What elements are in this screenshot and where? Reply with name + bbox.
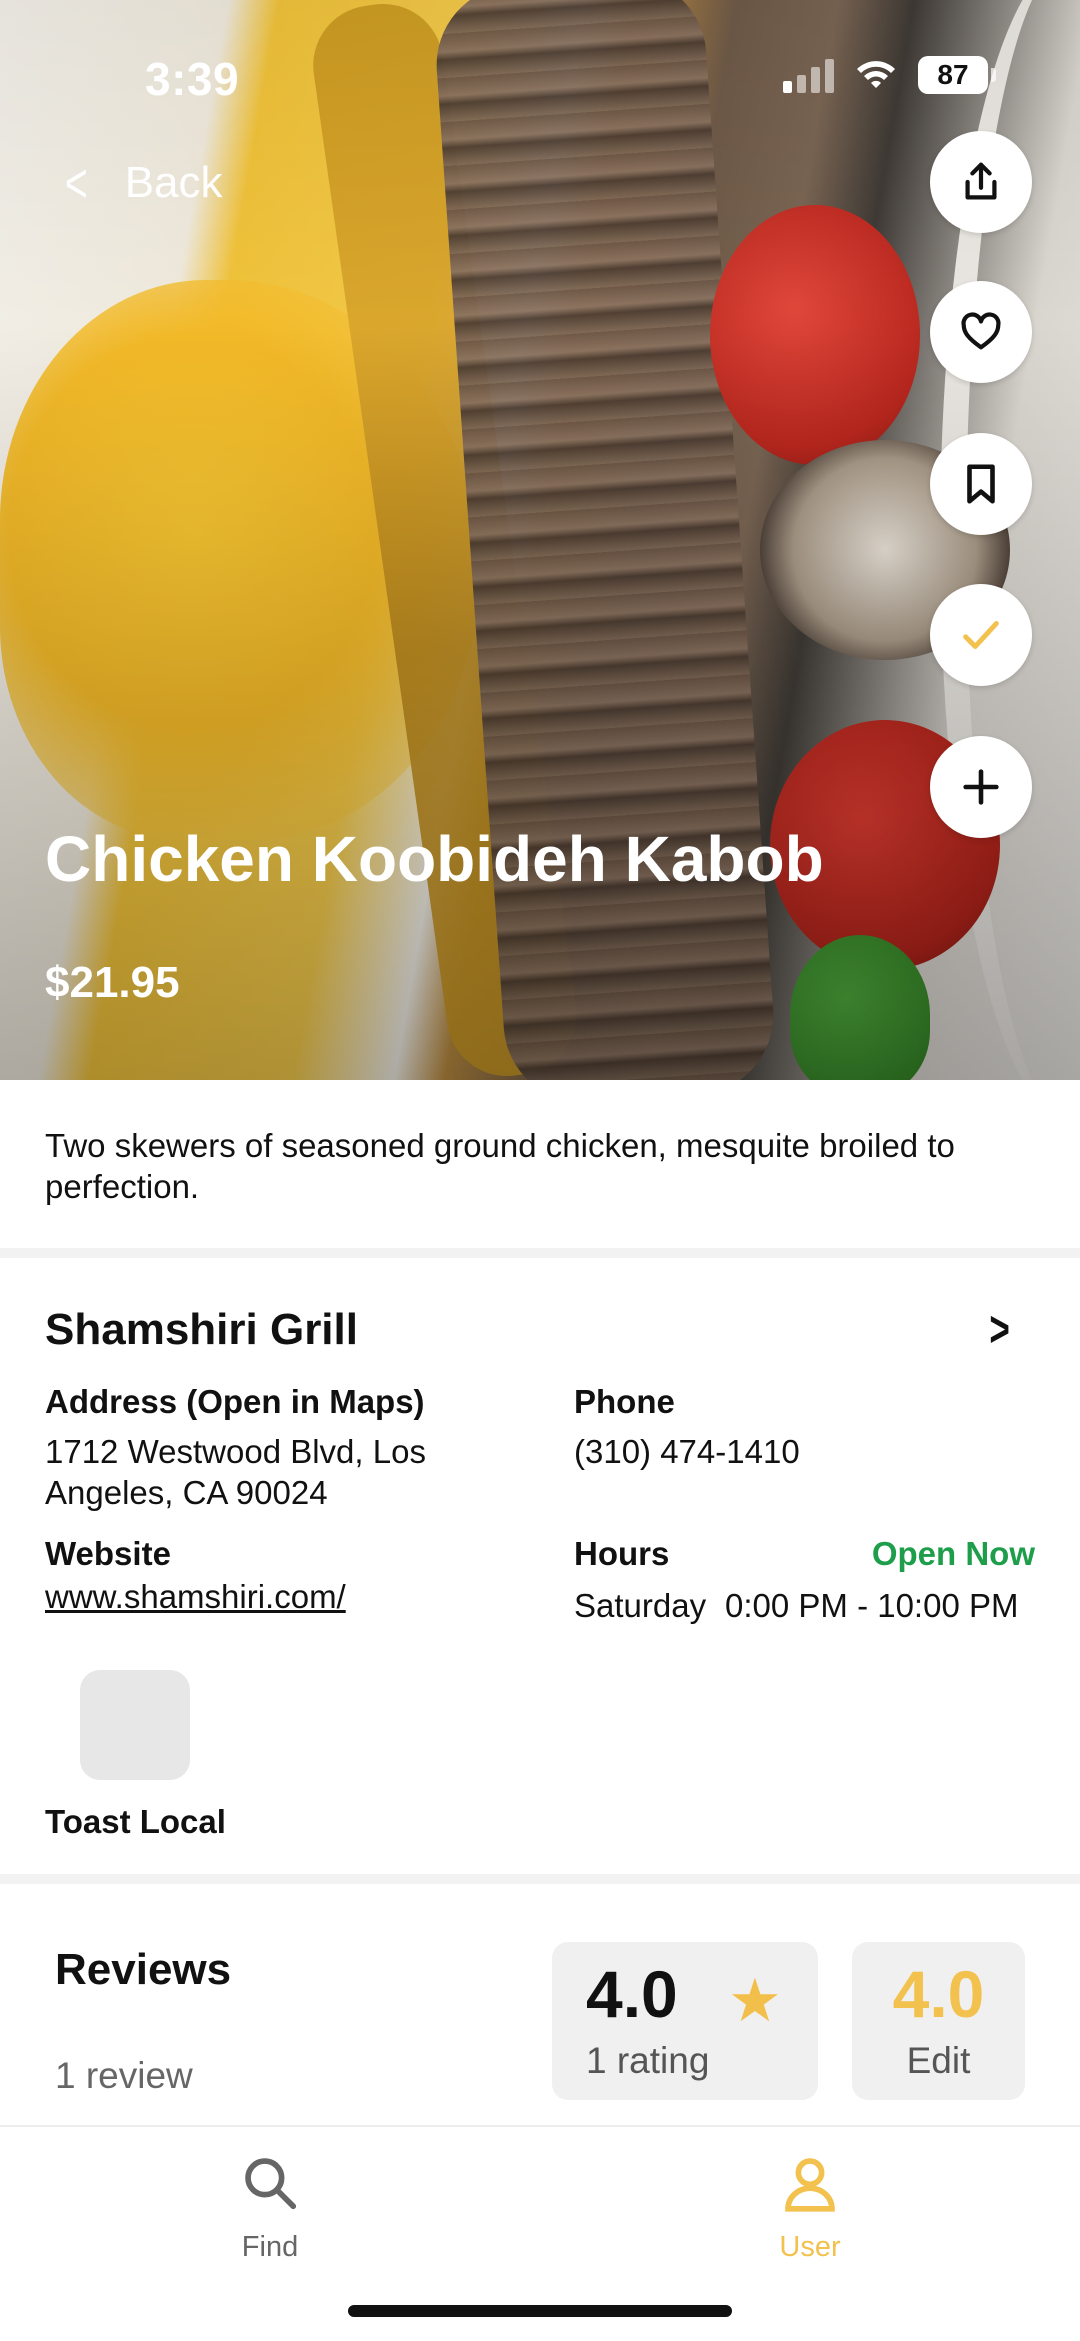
- rating-count: 1 rating: [586, 2040, 710, 2081]
- tried-button[interactable]: [930, 584, 1032, 686]
- reviews-title: Reviews: [55, 1945, 232, 1994]
- average-rating-card: 4.0 ★ 1 rating: [552, 1942, 818, 2100]
- section-divider: [0, 1874, 1080, 1884]
- search-icon: [245, 2158, 297, 2210]
- tab-user[interactable]: User: [710, 2152, 910, 2264]
- status-icons: 87: [783, 56, 996, 94]
- tab-user-label: User: [779, 2231, 841, 2263]
- restaurant-name[interactable]: Shamshiri Grill: [45, 1305, 358, 1355]
- address-line-2[interactable]: Angeles, CA 90024: [45, 1472, 328, 1513]
- status-time: 3:39: [145, 53, 240, 105]
- tab-find[interactable]: Find: [170, 2152, 370, 2264]
- average-rating: 4.0: [586, 1957, 678, 2031]
- chevron-left-icon: <: [64, 151, 88, 214]
- check-icon: [963, 621, 999, 649]
- dish-title: Chicken Koobideh Kabob: [45, 823, 824, 895]
- dish-description: Two skewers of seasoned ground chicken, …: [45, 1127, 955, 1205]
- bookmark-button[interactable]: [930, 433, 1032, 535]
- section-divider: [0, 1248, 1080, 1258]
- hours-day: Saturday: [574, 1587, 707, 1624]
- share-button[interactable]: [930, 131, 1032, 233]
- edit-label: Edit: [906, 2040, 971, 2081]
- website-link[interactable]: www.shamshiri.com/: [45, 1576, 346, 1617]
- my-rating: 4.0: [892, 1957, 985, 2031]
- phone-label: Phone: [574, 1383, 675, 1420]
- user-icon: [785, 2158, 835, 2212]
- wifi-icon: [857, 61, 895, 88]
- share-icon: [965, 162, 997, 200]
- website-label: Website: [45, 1535, 171, 1572]
- edit-rating-button[interactable]: 4.0 Edit: [852, 1942, 1025, 2100]
- phone-number[interactable]: (310) 474-1410: [574, 1431, 800, 1472]
- heart-icon: [961, 312, 1001, 350]
- signal-icon: [783, 57, 834, 93]
- hours-time: 0:00 PM - 10:00 PM: [725, 1587, 1019, 1624]
- chevron-right-icon[interactable]: >: [989, 1300, 1009, 1358]
- address-label[interactable]: Address (Open in Maps): [45, 1383, 425, 1421]
- tab-find-label: Find: [241, 2231, 299, 2263]
- home-indicator[interactable]: [348, 2305, 732, 2317]
- address-line-1[interactable]: 1712 Westwood Blvd, Los: [45, 1431, 426, 1472]
- battery-icon: 87: [918, 56, 996, 94]
- add-button[interactable]: [930, 736, 1032, 838]
- star-icon: ★: [728, 1967, 782, 2034]
- back-button[interactable]: < Back: [60, 150, 223, 215]
- open-status-badge: Open Now: [871, 1535, 1035, 1572]
- toast-local-label[interactable]: Toast Local: [45, 1803, 226, 1841]
- reviews-count[interactable]: 1 review: [55, 2055, 193, 2097]
- bookmark-icon: [967, 464, 995, 504]
- back-label: Back: [124, 157, 223, 207]
- dish-price: $21.95: [45, 958, 180, 1007]
- like-button[interactable]: [930, 281, 1032, 383]
- plus-icon: [963, 769, 999, 805]
- toast-local-logo[interactable]: [80, 1670, 190, 1780]
- hours-label: Hours: [574, 1535, 670, 1572]
